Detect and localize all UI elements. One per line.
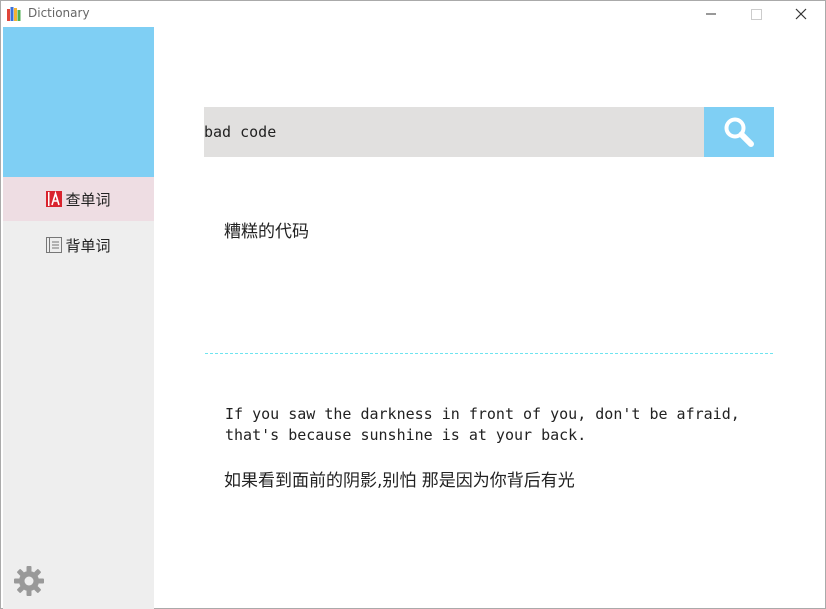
sidebar-item-label: 背单词 <box>65 236 111 255</box>
sidebar-item-label: 查单词 <box>65 190 111 209</box>
sidebar-item-recite-words[interactable]: 背单词 <box>3 223 154 267</box>
search-icon <box>724 117 754 147</box>
sidebar: 查单词 背单词 <box>3 27 154 609</box>
minimize-icon <box>706 13 716 15</box>
maximize-icon <box>751 9 762 20</box>
sidebar-item-lookup-word[interactable]: 查单词 <box>3 177 154 221</box>
close-icon <box>795 8 807 20</box>
translation-result: 糟糕的代码 <box>224 222 309 242</box>
notebook-icon <box>46 237 63 253</box>
sidebar-banner <box>3 27 154 177</box>
window-title: Dictionary <box>28 6 90 20</box>
search-box <box>204 107 704 157</box>
minimize-button[interactable] <box>688 1 734 27</box>
search-input[interactable] <box>204 107 704 157</box>
close-button[interactable] <box>779 1 825 27</box>
app-window: Dictionary 查单词 背单词 bad code 糟糕的代码 If you… <box>0 0 826 609</box>
search-button[interactable] <box>704 107 774 157</box>
gear-icon[interactable] <box>13 565 45 597</box>
divider <box>205 353 773 355</box>
daily-quote-chinese: 如果看到面前的阴影,别怕 那是因为你背后有光 <box>224 471 575 491</box>
books-app-icon <box>7 7 21 21</box>
title-bar[interactable]: Dictionary <box>1 1 825 27</box>
daily-quote-english: If you saw the darkness in front of you,… <box>225 405 740 444</box>
maximize-button[interactable] <box>734 1 780 27</box>
dictionary-a-icon <box>46 191 63 207</box>
